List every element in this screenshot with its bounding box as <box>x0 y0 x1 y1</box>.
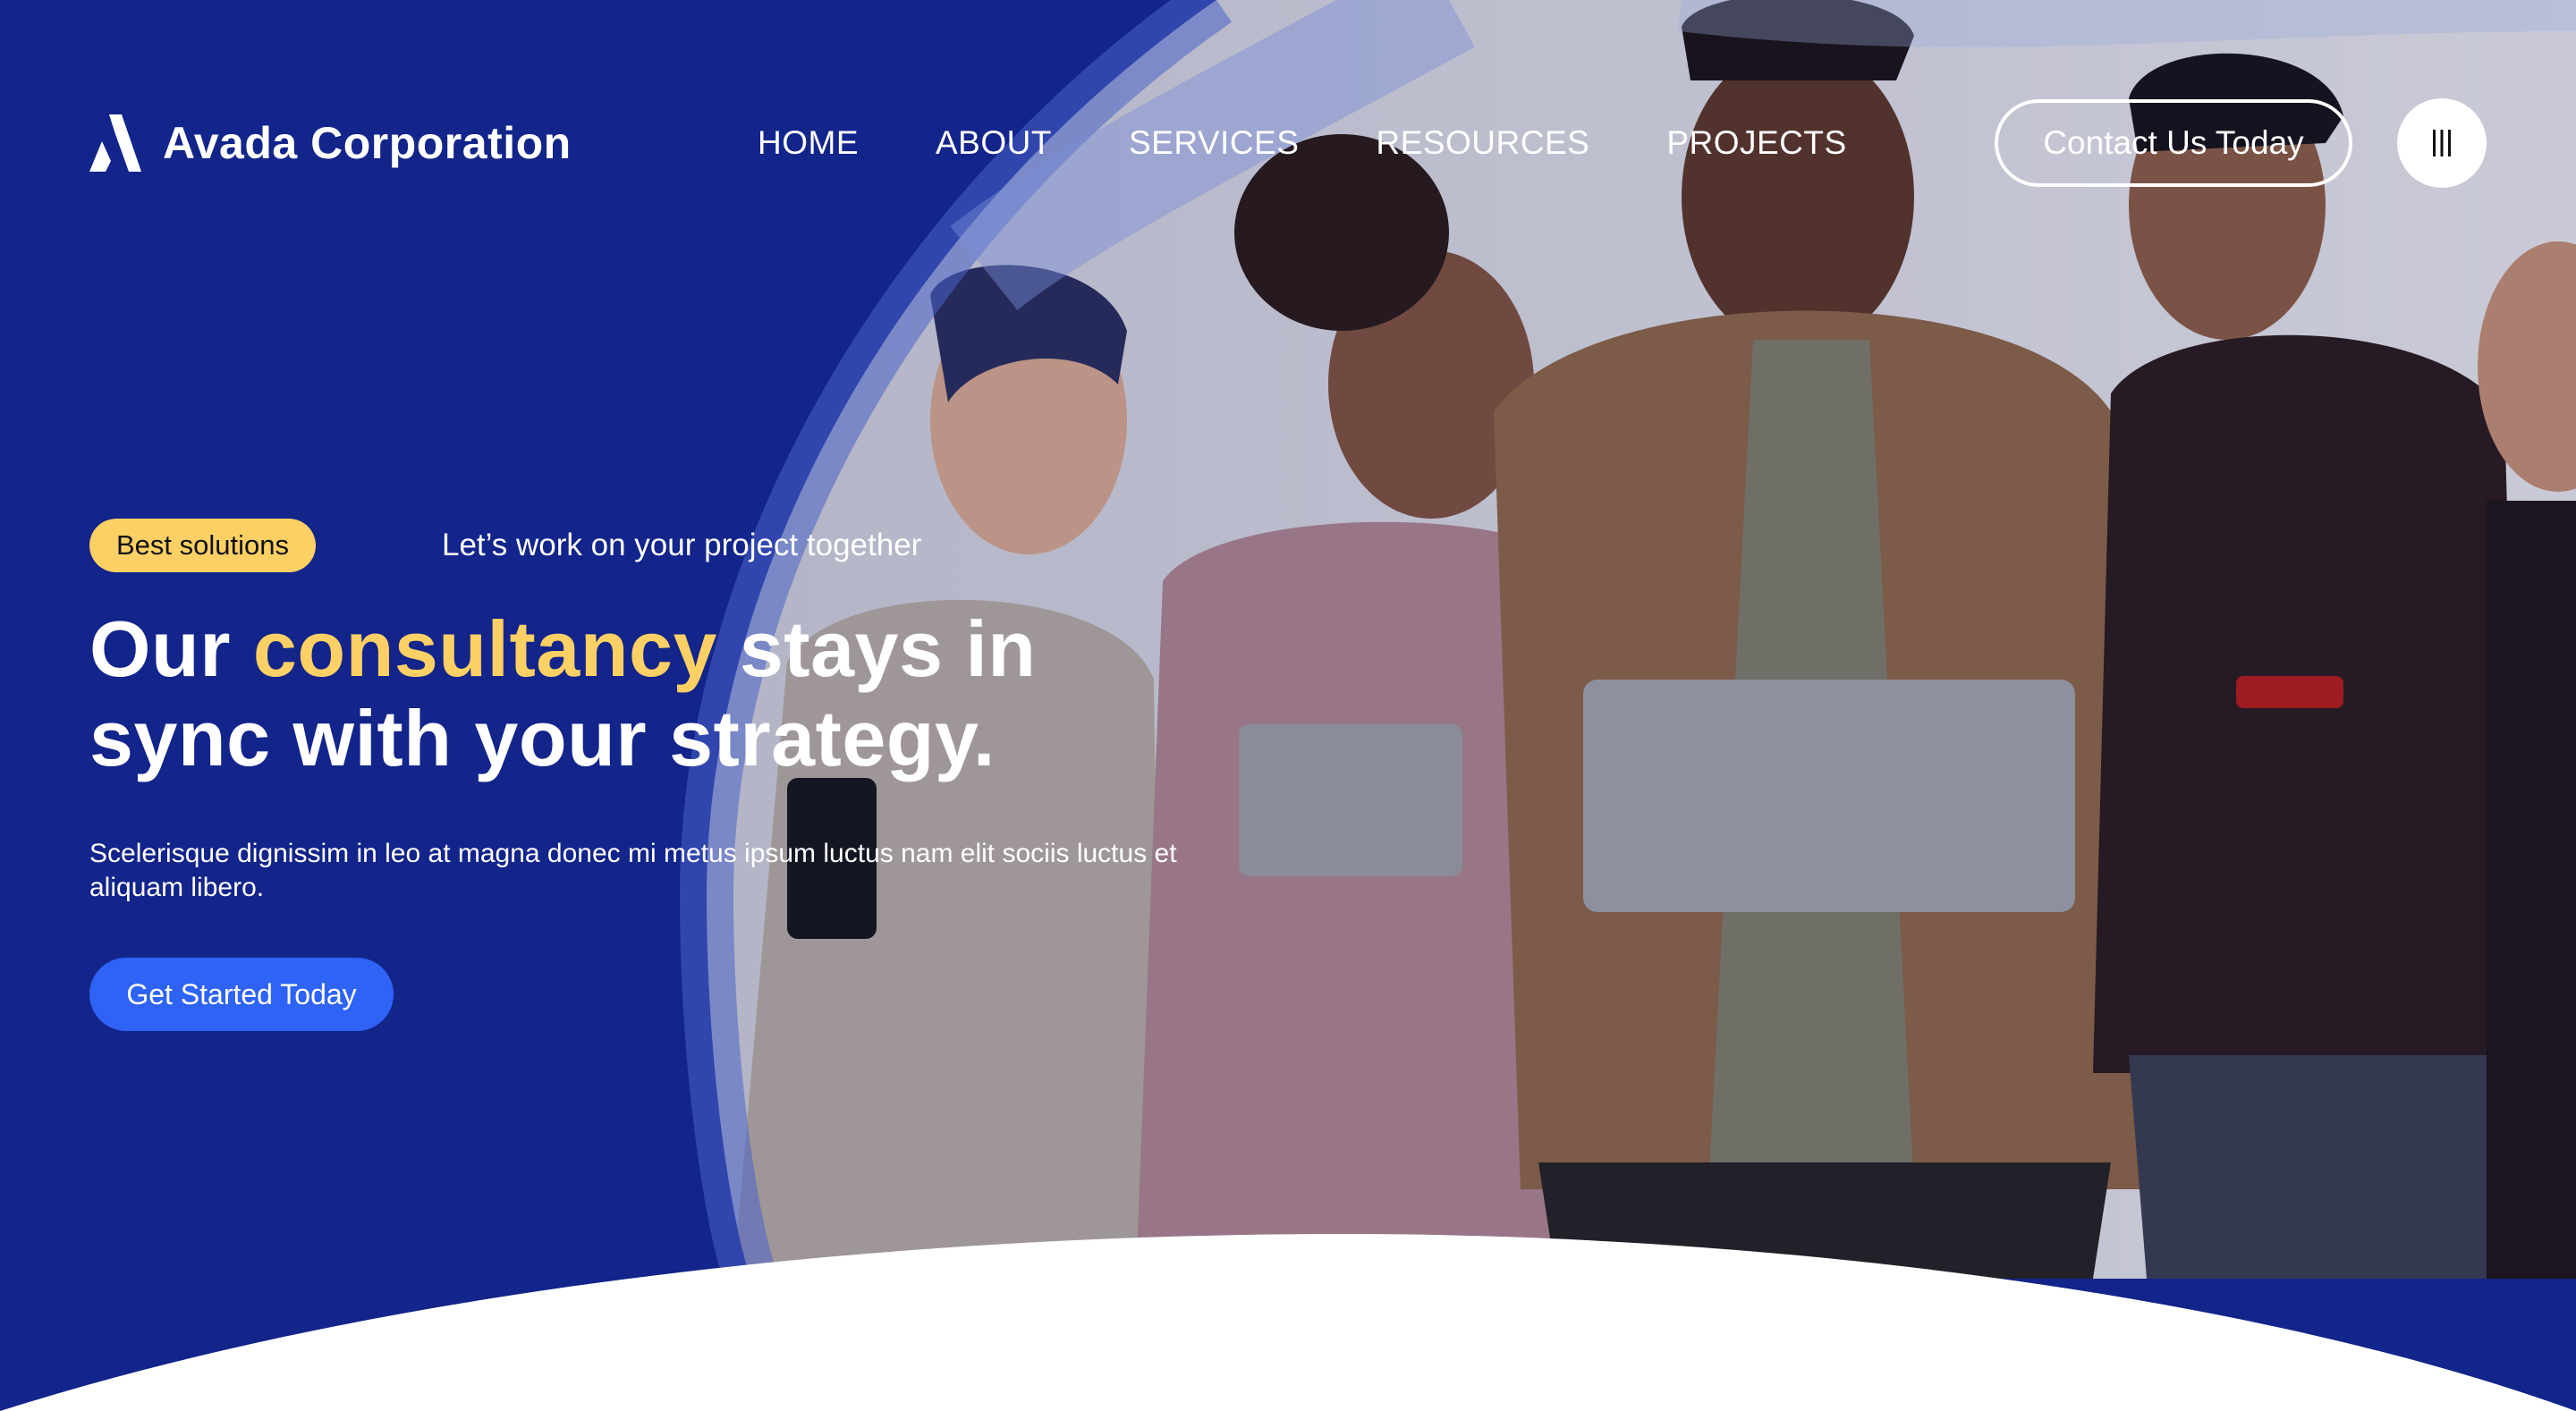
contact-us-button[interactable]: Contact Us Today <box>1995 99 2352 187</box>
brand-logo[interactable]: Avada Corporation <box>89 114 572 172</box>
nav-home[interactable]: HOME <box>758 118 859 168</box>
hamburger-bars-icon <box>2433 130 2451 156</box>
nav-about[interactable]: ABOUT <box>936 118 1052 168</box>
top-navigation: Avada Corporation HOME ABOUT SERVICES RE… <box>0 0 2576 286</box>
best-solutions-badge: Best solutions <box>89 519 316 572</box>
menu-toggle-button[interactable] <box>2397 98 2487 188</box>
nav-projects[interactable]: PROJECTS <box>1666 118 1846 168</box>
main-menu: HOME ABOUT SERVICES RESOURCES PROJECTS <box>758 118 1924 168</box>
hero-tagline: Let’s work on your project together <box>442 528 922 562</box>
hero-description: Scelerisque dignissim in leo at magna do… <box>89 839 1177 902</box>
headline-accent: consultancy <box>252 604 717 693</box>
headline-start: Our <box>89 604 253 693</box>
nav-services[interactable]: SERVICES <box>1129 118 1299 168</box>
nav-resources[interactable]: RESOURCES <box>1376 118 1589 168</box>
brand-name: Avada Corporation <box>163 118 572 168</box>
avada-logo-icon <box>89 114 141 172</box>
hero-section: Avada Corporation HOME ABOUT SERVICES RE… <box>0 0 2576 1411</box>
bottom-curve-divider <box>0 1234 2576 1411</box>
get-started-button[interactable]: Get Started Today <box>89 958 394 1031</box>
hero-headline: Our consultancy stays in sync with your … <box>89 604 1163 783</box>
